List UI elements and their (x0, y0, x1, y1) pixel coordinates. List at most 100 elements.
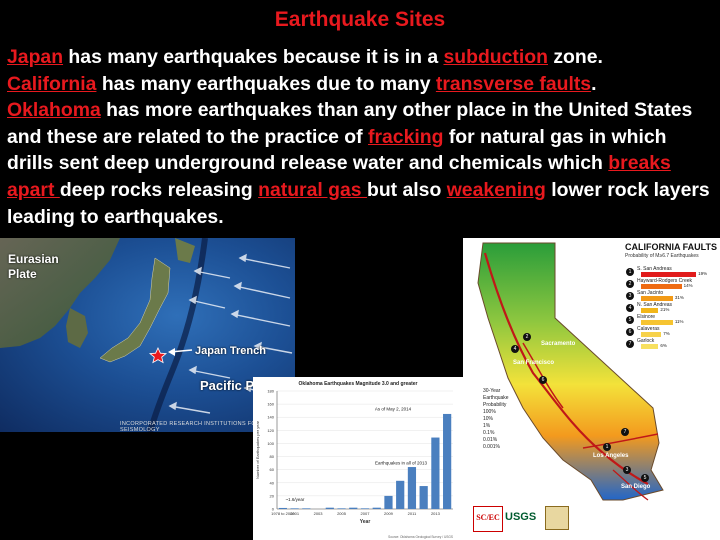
fault-marker: 3 (623, 466, 631, 474)
text-run: has many earthquakes due to many (96, 72, 436, 95)
fault-legend-item: 6 Calaveras 7% (626, 326, 718, 338)
bar (407, 467, 417, 509)
bar (384, 495, 393, 509)
fault-number-badge: 6 (626, 328, 634, 336)
text-run: zone. (547, 46, 603, 68)
link-japan[interactable]: Japan (7, 46, 63, 68)
fault-probability-pct: 19% (698, 271, 708, 276)
fault-legend-item: 7 Garlock 6% (626, 338, 718, 350)
text-run: . (591, 72, 597, 95)
fault-probability-pct: 11% (674, 319, 684, 324)
fault-probability-bar (641, 284, 682, 289)
bar (396, 480, 405, 509)
fault-number-badge: 3 (626, 292, 634, 300)
fault-probability-pct: 6% (660, 343, 667, 348)
body-paragraph: Japan has many earthquakes because it is… (7, 44, 713, 230)
fault-legend-item: 5 Elsinore 11% (626, 314, 718, 326)
city-san-francisco: San Francisco (513, 360, 555, 366)
y-tick-label: 100 (267, 441, 274, 446)
bar (302, 508, 311, 509)
x-tick-label: 2007 (361, 511, 371, 516)
fault-probability-bar (641, 296, 673, 301)
bar (360, 508, 370, 509)
x-tick-label: 2009 (384, 511, 394, 516)
text-run: but also (366, 178, 447, 201)
fault-legend-item: 2 Hayward-Rodgers Creek 14% (626, 278, 718, 290)
link-oklahoma[interactable]: Oklahoma (7, 99, 101, 121)
y-tick-label: 80 (270, 454, 275, 459)
fault-probability-pct: 14% (683, 283, 693, 288)
fault-probability-bar (641, 320, 673, 325)
y-tick-label: 20 (270, 493, 275, 498)
y-tick-label: 60 (270, 467, 275, 472)
bar (419, 486, 428, 509)
link-california[interactable]: California (7, 73, 96, 95)
fault-probability-bar (641, 344, 659, 349)
bar (278, 507, 287, 509)
link-fracking[interactable]: fracking (368, 126, 443, 148)
fault-marker: 7 (621, 428, 629, 436)
oklahoma-earthquake-chart: Oklahoma Earthquakes Magnitude 3.0 and g… (253, 377, 464, 540)
chart-source: Source: Oklahoma Geological Survey / USG… (388, 535, 453, 539)
chart-title: Oklahoma Earthquakes Magnitude 3.0 and g… (299, 381, 418, 387)
city-los-angeles: Los Angeles (593, 453, 629, 459)
usgs-logo: USGS (505, 508, 541, 526)
fault-legend-item: 4 N. San Andreas 21% (626, 302, 718, 314)
city-san-diego: San Diego (621, 484, 651, 490)
x-tick-label: 2001 (290, 511, 300, 516)
link-natural-gas[interactable]: natural gas (258, 179, 367, 201)
bar (337, 508, 346, 509)
state-seal-logo (545, 506, 569, 530)
y-tick-label: 160 (267, 402, 274, 407)
fault-marker: 5 (641, 474, 649, 482)
fault-probability-legend: 1 S. San Andreas 19% 2 Hayward-Rodgers Creek… (626, 266, 718, 350)
fault-marker: 4 (511, 345, 519, 353)
annotation-baseline: ~1.6/year (286, 497, 305, 502)
fault-probability-pct: 7% (663, 331, 670, 336)
y-tick-label: 180 (267, 389, 274, 394)
fault-probability-bar (641, 308, 659, 313)
fault-number-badge: 7 (626, 340, 634, 348)
pacific-plate-label: Pacific Pl (200, 378, 258, 393)
y-axis-label: Number of Earthquakes per year (255, 420, 260, 479)
bar (431, 437, 440, 509)
fault-number-badge: 5 (626, 316, 634, 324)
california-faults-title: CALIFORNIA FAULTS (625, 242, 717, 252)
bar (349, 507, 358, 509)
scec-logo: SC/EC (473, 506, 503, 532)
y-tick-label: 40 (270, 480, 275, 485)
link-transverse-faults[interactable]: transverse faults (436, 73, 591, 95)
x-tick-label: 2003 (314, 511, 324, 516)
chart-svg: Oklahoma Earthquakes Magnitude 3.0 and g… (255, 381, 453, 539)
x-axis-label: Year (360, 519, 371, 525)
japan-trench-label: Japan Trench (195, 345, 266, 357)
y-tick-label: 120 (267, 428, 274, 433)
fault-number-badge: 4 (626, 304, 634, 312)
bar (372, 507, 381, 509)
eurasian-plate-label: Eurasian Plate (8, 252, 59, 281)
annotation-2014: As of May 2, 2014 (375, 407, 412, 412)
annotation-2013: Earthquakes in all of 2013 (375, 460, 428, 465)
california-faults-map: CALIFORNIA FAULTS Probability of M≥6.7 E… (463, 238, 720, 540)
logo-row: SC/EC USGS (473, 506, 573, 532)
link-subduction[interactable]: subduction (443, 46, 547, 68)
y-tick-label: 140 (267, 415, 274, 420)
link-weakening[interactable]: weakening (447, 179, 546, 201)
california-faults-subtitle: Probability of M≥6.7 Earthquakes (625, 253, 699, 259)
x-tick-label: 2005 (337, 511, 347, 516)
fault-probability-bar (641, 272, 697, 277)
text-run: has many earthquakes because it is in a (63, 46, 444, 68)
fault-legend-item: 3 San Jacinto 31% (626, 290, 718, 302)
fault-marker: 2 (523, 333, 531, 341)
fault-probability-bar (641, 332, 662, 337)
fault-marker: 6 (539, 376, 547, 384)
fault-probability-pct: 21% (660, 307, 670, 312)
bar (443, 413, 452, 509)
epicenter-star-icon (148, 347, 168, 364)
bar (325, 507, 334, 509)
x-tick-label: 2011 (408, 511, 417, 516)
probability-legend: 30-Year Earthquake Probability 100% 10% … (483, 388, 509, 450)
fault-marker: 1 (603, 443, 611, 451)
bar (290, 508, 299, 509)
fault-number-badge: 1 (626, 268, 634, 276)
